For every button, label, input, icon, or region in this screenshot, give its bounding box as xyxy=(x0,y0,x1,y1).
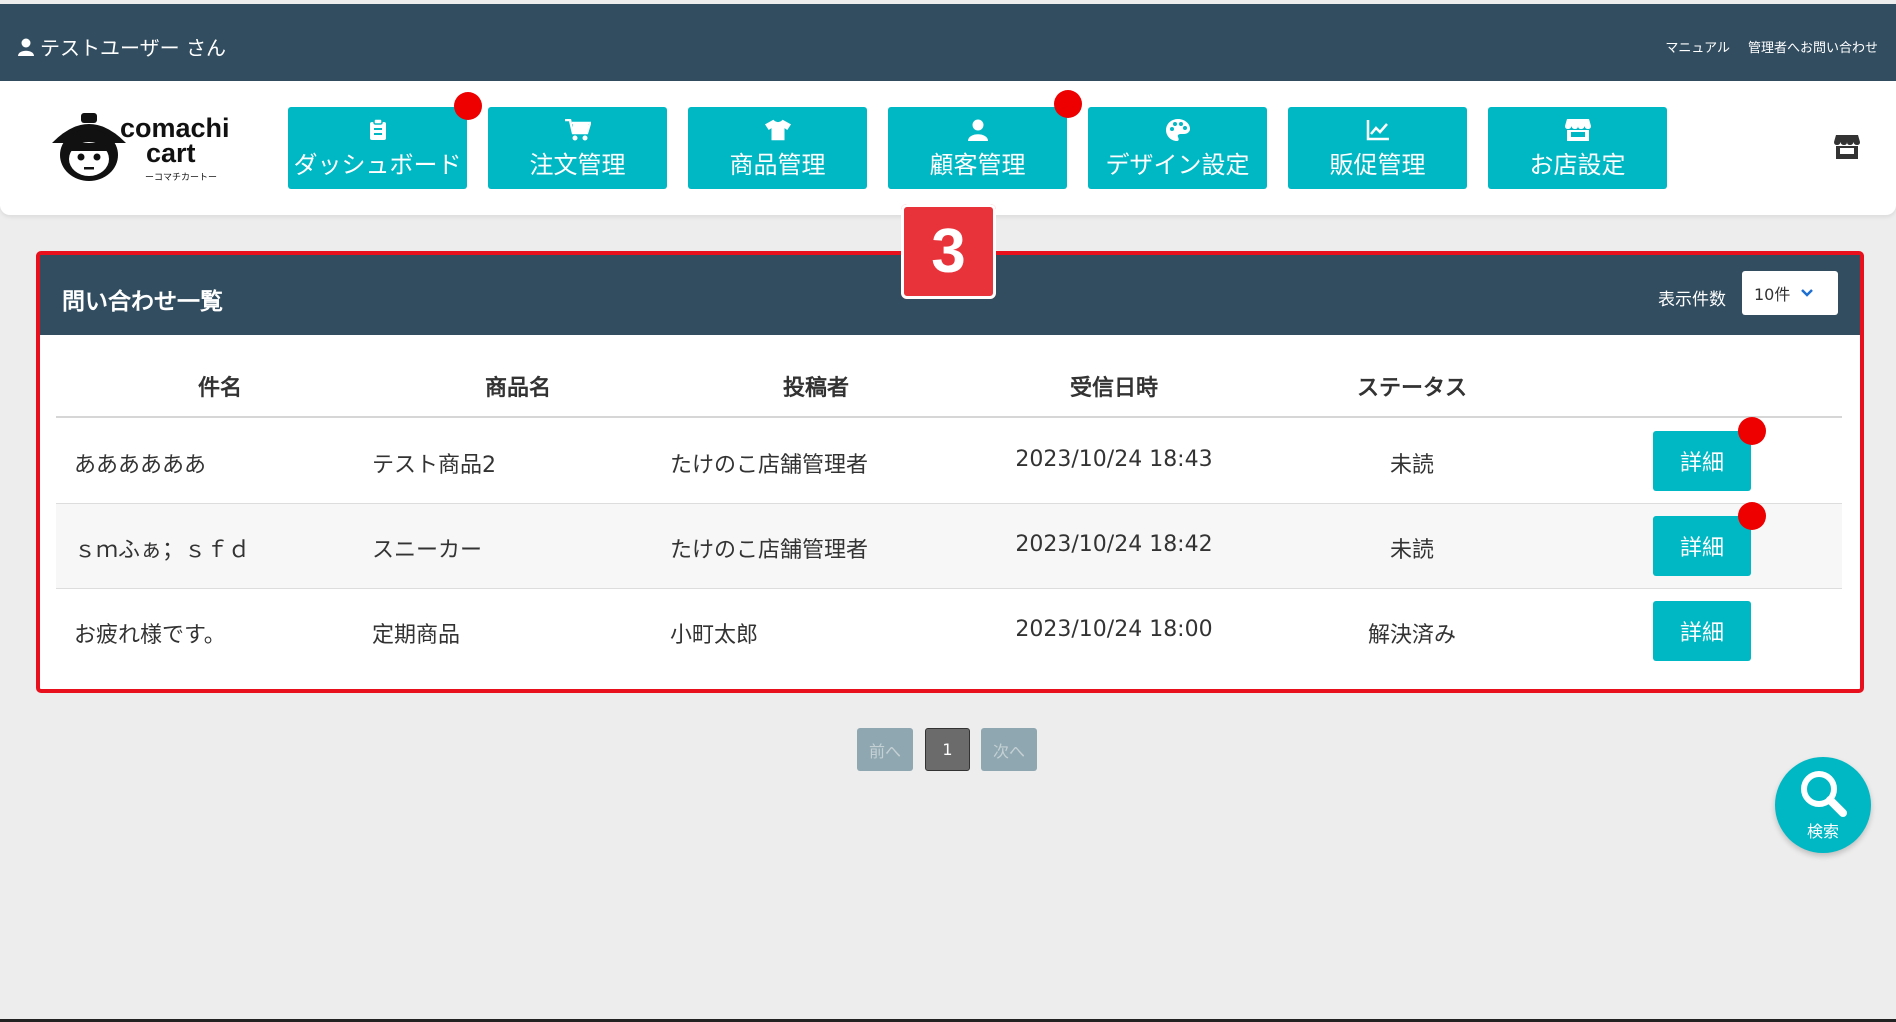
contact-admin-link[interactable]: 管理者へお問い合わせ xyxy=(1748,37,1878,56)
cell-received: 2023/10/24 18:43 xyxy=(1015,447,1213,472)
cell-received: 2023/10/24 18:42 xyxy=(1015,532,1213,557)
nav-promotions-label: 販促管理 xyxy=(1329,150,1426,179)
panel-title: 問い合わせ一覧 xyxy=(62,289,223,315)
inquiry-list-panel: 問い合わせ一覧 表示件数 10件 件名 商品名 投稿者 受信日時 ステータス あ… xyxy=(36,251,1864,693)
current-page-button[interactable]: 1 xyxy=(925,728,970,771)
user-info: テストユーザー さん xyxy=(18,32,226,61)
header-product: 商品名 xyxy=(484,376,552,401)
cell-subject: ああああああ xyxy=(74,453,207,478)
cart-icon xyxy=(564,117,591,143)
cell-product: スニーカー xyxy=(372,538,483,563)
cell-poster: 小町太郎 xyxy=(670,623,759,648)
cell-subject: ｓｍふぁ；ｓｆｄ xyxy=(74,538,251,563)
per-page-select[interactable]: 10件 xyxy=(1742,271,1838,315)
table-row: ｓｍふぁ；ｓｆｄ スニーカー たけのこ店舗管理者 2023/10/24 18:4… xyxy=(56,502,1842,589)
user-name: テストユーザー さん xyxy=(40,36,226,60)
nav-store-settings[interactable]: お店設定 xyxy=(1488,107,1667,189)
cell-status: 未読 xyxy=(1389,538,1435,563)
cell-status: 解決済み xyxy=(1367,623,1457,648)
nav-promotions[interactable]: 販促管理 xyxy=(1288,107,1467,189)
header-subject: 件名 xyxy=(197,376,243,401)
search-button[interactable]: 検索 xyxy=(1775,757,1871,853)
prev-page-button[interactable]: 前へ xyxy=(857,728,913,771)
header-received: 受信日時 xyxy=(1069,376,1159,401)
nav-dashboard-label: ダッシュボード xyxy=(293,150,462,179)
next-page-button[interactable]: 次へ xyxy=(981,728,1037,771)
cell-received: 2023/10/24 18:00 xyxy=(1015,617,1213,642)
cell-product: テスト商品2 xyxy=(372,453,496,478)
header-poster: 投稿者 xyxy=(782,376,850,401)
table-row: ああああああ テスト商品2 たけのこ店舗管理者 2023/10/24 18:43… xyxy=(56,417,1842,504)
search-button-label: 検索 xyxy=(1806,822,1839,841)
logo-text-cart: cart xyxy=(146,138,196,168)
nav-design-settings[interactable]: デザイン設定 xyxy=(1088,107,1267,189)
main-header: comachi cart ーコマチカートー ダッシュボード 注文管理 商品管理 … xyxy=(0,81,1896,215)
clipboard-icon xyxy=(365,117,391,143)
tshirt-icon xyxy=(764,117,791,143)
detail-button[interactable]: 詳細 xyxy=(1653,601,1751,661)
manual-link[interactable]: マニュアル xyxy=(1665,37,1730,56)
detail-button[interactable]: 詳細 xyxy=(1653,516,1751,576)
nav-dashboard[interactable]: ダッシュボード xyxy=(288,107,467,189)
chart-line-icon xyxy=(1365,117,1391,143)
logo-subtext: ーコマチカートー xyxy=(145,173,218,183)
step-marker: 3 xyxy=(901,204,996,299)
user-icon xyxy=(18,38,34,56)
nav-products-label: 商品管理 xyxy=(729,150,826,179)
logo[interactable]: comachi cart ーコマチカートー xyxy=(50,111,235,183)
mascot-logo-icon xyxy=(52,113,126,181)
cell-subject: お疲れ様です。 xyxy=(74,623,226,648)
detail-button[interactable]: 詳細 xyxy=(1653,431,1751,491)
top-bar: テストユーザー さん マニュアル 管理者へお問い合わせ xyxy=(0,4,1896,81)
store-front-icon[interactable] xyxy=(1834,135,1860,161)
nav-customers-label: 顧客管理 xyxy=(929,150,1026,179)
user-icon xyxy=(965,117,991,143)
table-row: お疲れ様です。 定期商品 小町太郎 2023/10/24 18:00 解決済み … xyxy=(56,589,1842,674)
unread-dot xyxy=(1738,417,1766,445)
dashboard-notification-dot xyxy=(454,92,482,120)
cell-product: 定期商品 xyxy=(372,623,461,648)
nav-products[interactable]: 商品管理 xyxy=(688,107,867,189)
nav-orders[interactable]: 注文管理 xyxy=(488,107,667,189)
nav-design-settings-label: デザイン設定 xyxy=(1105,150,1250,179)
per-page-label: 表示件数 xyxy=(1658,290,1726,310)
customers-notification-dot xyxy=(1054,90,1082,118)
nav-orders-label: 注文管理 xyxy=(529,150,626,179)
chevron-down-icon xyxy=(1801,289,1814,297)
unread-dot xyxy=(1738,502,1766,530)
table-header: 件名 商品名 投稿者 受信日時 ステータス xyxy=(56,370,1842,418)
header-status: ステータス xyxy=(1356,376,1468,401)
nav-store-settings-label: お店設定 xyxy=(1529,150,1626,179)
cell-poster: たけのこ店舗管理者 xyxy=(670,538,869,563)
search-icon xyxy=(1801,771,1847,817)
cell-status: 未読 xyxy=(1389,453,1435,478)
nav-customers[interactable]: 顧客管理 xyxy=(888,107,1067,189)
palette-icon xyxy=(1165,117,1191,143)
per-page-value: 10件 xyxy=(1754,285,1791,304)
store-icon xyxy=(1564,117,1591,143)
cell-poster: たけのこ店舗管理者 xyxy=(670,453,869,478)
